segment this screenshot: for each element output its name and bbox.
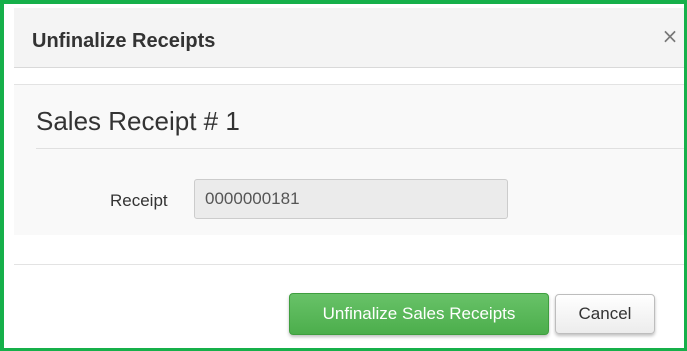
footer-divider [14, 264, 684, 265]
close-icon[interactable]: × [658, 22, 682, 50]
modal-title: Unfinalize Receipts [32, 30, 216, 52]
section-divider [36, 148, 684, 149]
receipt-input[interactable] [194, 179, 508, 219]
screenshot-frame: Unfinalize Receipts × Sales Receipt # 1 … [0, 0, 687, 351]
modal-header: Unfinalize Receipts × [14, 8, 684, 68]
section-title: Sales Receipt # 1 [36, 106, 240, 136]
receipt-label: Receipt [110, 191, 168, 210]
cancel-button[interactable]: Cancel [555, 294, 655, 334]
modal-body: Sales Receipt # 1 Receipt [14, 85, 684, 235]
unfinalize-sales-receipts-button[interactable]: Unfinalize Sales Receipts [289, 293, 549, 335]
